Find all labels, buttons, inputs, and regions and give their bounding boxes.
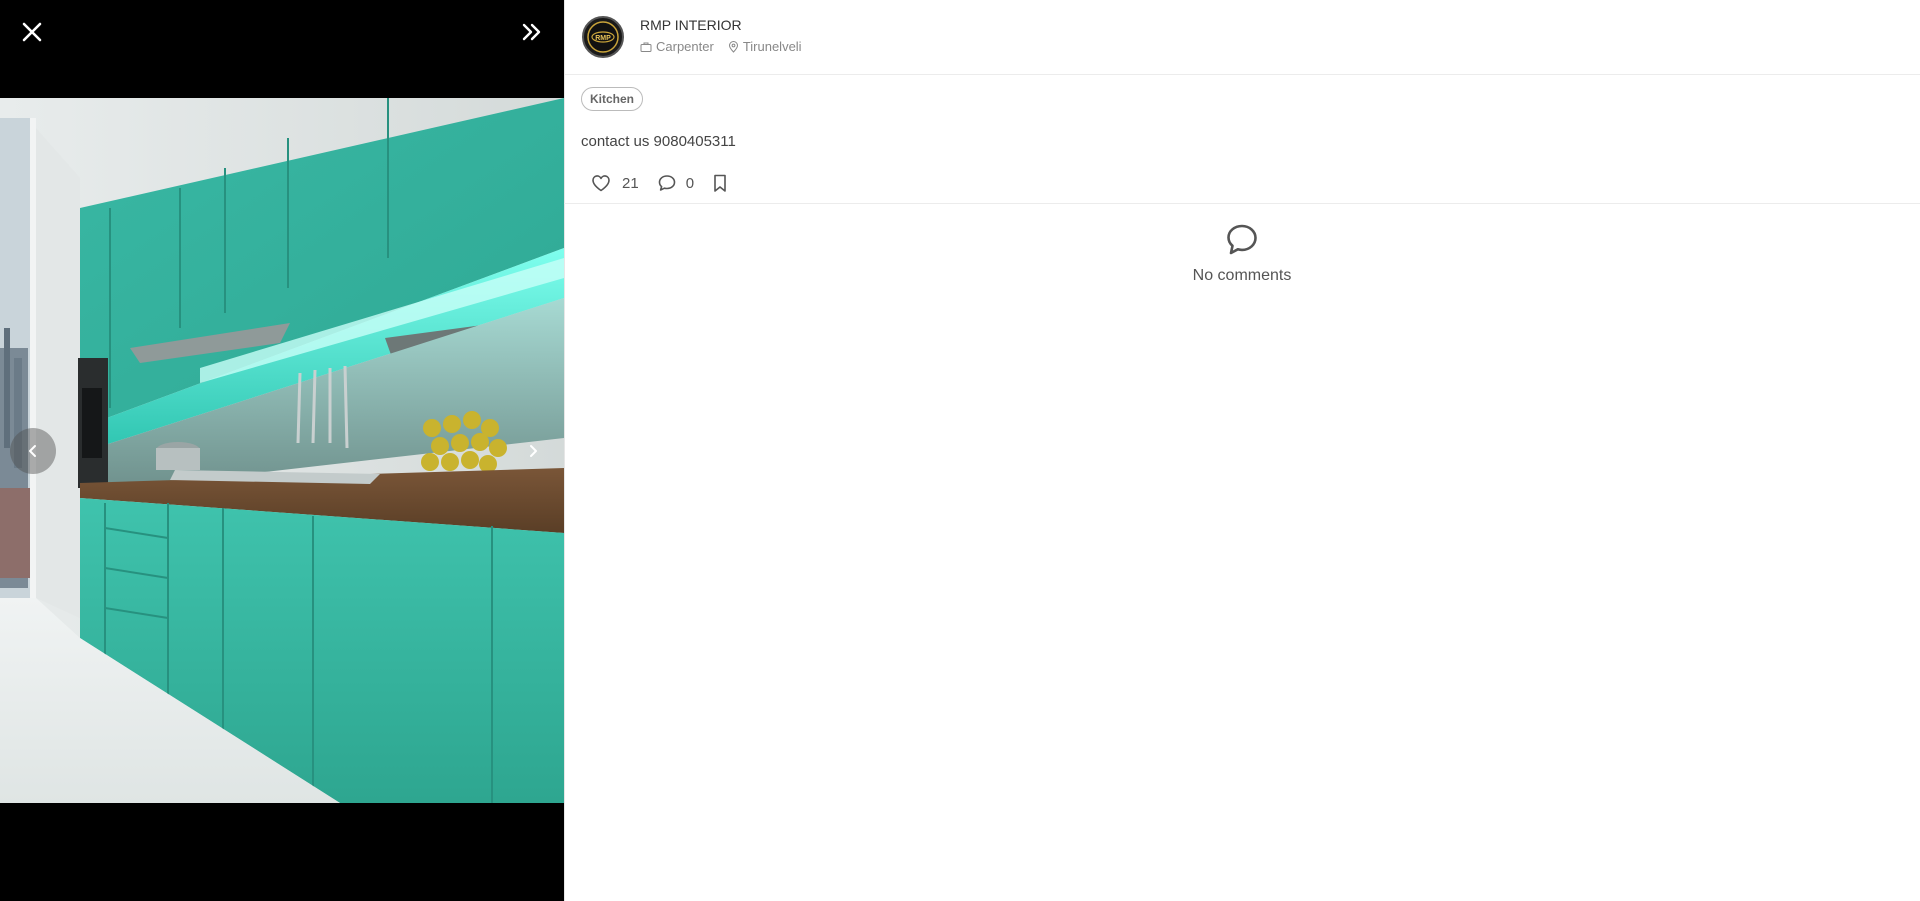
no-comments-label: No comments xyxy=(1192,267,1292,284)
logo-icon: RMP xyxy=(587,21,619,53)
logo-text: RMP xyxy=(595,35,611,42)
author-meta: Carpenter Tirunelveli xyxy=(640,39,802,54)
previous-image-button[interactable] xyxy=(10,428,56,474)
heart-icon xyxy=(592,175,610,192)
chevron-right-icon xyxy=(530,445,537,457)
post-text: contact us 9080405311 xyxy=(581,133,736,150)
close-button[interactable] xyxy=(18,18,46,46)
section-divider xyxy=(564,203,1920,204)
like-button[interactable]: 21 xyxy=(590,172,639,194)
category-tag[interactable]: Kitchen xyxy=(581,87,644,111)
profession-label: Carpenter xyxy=(656,39,714,54)
empty-comments: No comments xyxy=(1142,222,1342,285)
comment-button[interactable]: 0 xyxy=(656,172,694,194)
like-count: 21 xyxy=(622,174,639,192)
comment-bubble-icon xyxy=(1227,224,1257,255)
post-actions: 21 0 xyxy=(590,172,728,194)
close-icon xyxy=(22,22,42,42)
chevron-left-icon xyxy=(29,445,36,457)
location: Tirunelveli xyxy=(728,39,802,54)
bookmark-icon xyxy=(714,174,726,192)
collapse-panel-button[interactable] xyxy=(518,18,546,46)
comment-count: 0 xyxy=(685,174,695,192)
location-label: Tirunelveli xyxy=(742,39,802,54)
location-pin-icon xyxy=(728,40,738,53)
next-image-button[interactable] xyxy=(510,428,556,474)
post-photo xyxy=(0,98,564,803)
profession: Carpenter xyxy=(640,39,714,54)
avatar[interactable]: RMP xyxy=(582,16,624,58)
author-name[interactable]: RMP INTERIOR xyxy=(640,17,742,33)
image-viewer xyxy=(0,0,564,901)
double-chevron-right-icon xyxy=(522,23,541,41)
briefcase-icon xyxy=(640,42,652,52)
post-header: RMP RMP INTERIOR Carpenter Tirunelveli xyxy=(565,0,1920,75)
comment-icon xyxy=(658,175,675,191)
bookmark-button[interactable] xyxy=(712,173,728,193)
post-details-panel: RMP RMP INTERIOR Carpenter Tirunelveli xyxy=(564,0,1920,901)
